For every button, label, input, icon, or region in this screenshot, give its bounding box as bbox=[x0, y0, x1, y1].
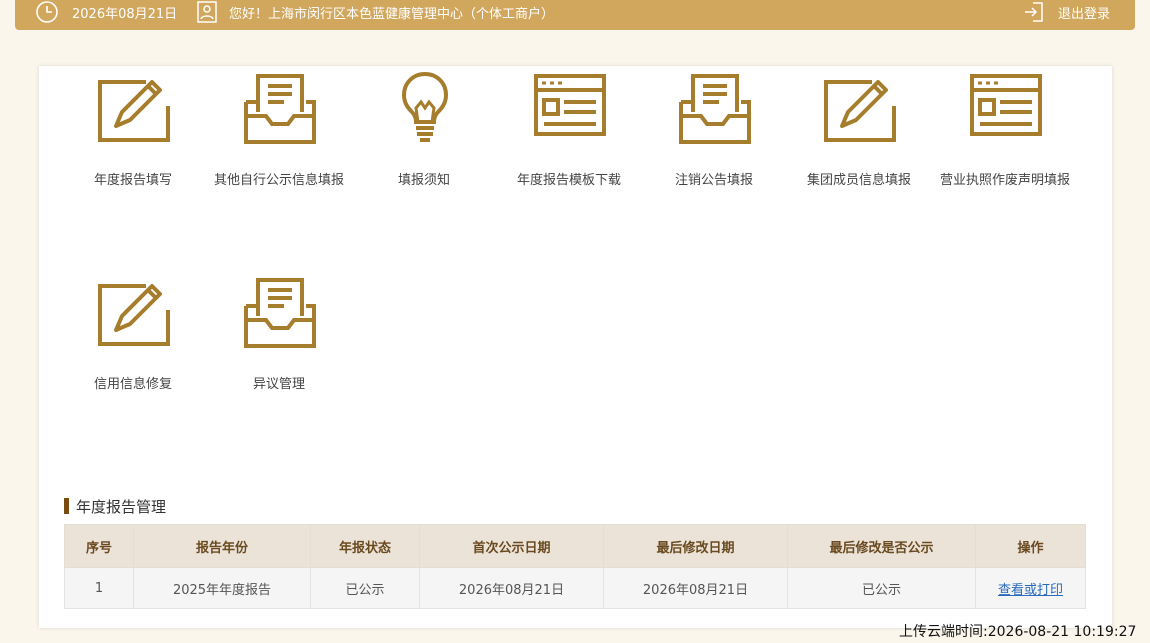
edit-pencil-icon bbox=[98, 72, 170, 144]
cell-action: 查看或打印 bbox=[975, 567, 1086, 609]
top-bar: 2026年08月21日 您好！上海市闵行区本色蓝健康管理中心（个体工商户） 退出… bbox=[15, 0, 1135, 30]
cell-first-date: 2026年08月21日 bbox=[419, 567, 604, 609]
edit-pencil-icon bbox=[824, 72, 896, 144]
cell-status: 已公示 bbox=[310, 567, 420, 609]
template-window-icon bbox=[534, 72, 606, 144]
section-title-text: 年度报告管理 bbox=[76, 497, 167, 516]
menu-tile-label: 注销公告填报 bbox=[674, 173, 753, 188]
inbox-document-icon bbox=[244, 72, 316, 144]
header-date: 2026年08月21日 bbox=[72, 6, 178, 22]
upload-time-stamp: 上传云端时间:2026-08-21 10:19:27 bbox=[899, 624, 1137, 640]
template-window-icon bbox=[970, 72, 1042, 144]
menu-tile-label: 营业执照作废声明填报 bbox=[939, 173, 1070, 188]
logout-button[interactable]: 退出登录 bbox=[1058, 0, 1110, 24]
menu-tile-label: 其他自行公示信息填报 bbox=[213, 173, 344, 188]
main-panel: 年度报告填写 其他自行公示信息填报 填报须知 年度报告模板下载 注销公告填报 集团成员信息… bbox=[39, 66, 1112, 628]
section-title: 年度报告管理 bbox=[64, 497, 167, 516]
menu-tile-6[interactable]: 集团成员信息填报 bbox=[785, 72, 933, 202]
menu-tile-9[interactable]: 异议管理 bbox=[205, 276, 353, 406]
menu-tile-2[interactable]: 其他自行公示信息填报 bbox=[205, 72, 353, 202]
cell-modified-public: 已公示 bbox=[787, 567, 976, 609]
annual-report-table: 序号 报告年份 年报状态 首次公示日期 最后修改日期 最后修改是否公示 操作 1… bbox=[64, 524, 1086, 609]
menu-tile-label: 年度报告模板下载 bbox=[516, 173, 621, 188]
menu-tile-label: 信用信息修复 bbox=[93, 377, 172, 392]
col-header-modified-public: 最后修改是否公示 bbox=[787, 524, 976, 568]
menu-tile-1[interactable]: 年度报告填写 bbox=[59, 72, 207, 202]
logout-icon[interactable] bbox=[1023, 0, 1045, 24]
col-header-action: 操作 bbox=[975, 524, 1086, 568]
lightbulb-icon bbox=[389, 71, 461, 144]
menu-tile-label: 异议管理 bbox=[252, 377, 305, 392]
cell-year: 2025年年度报告 bbox=[133, 567, 311, 609]
menu-tile-label: 填报须知 bbox=[397, 173, 450, 188]
inbox-document-icon bbox=[244, 276, 316, 348]
cell-modified-date: 2026年08月21日 bbox=[603, 567, 788, 609]
menu-tile-label: 年度报告填写 bbox=[93, 173, 172, 188]
menu-tile-label: 集团成员信息填报 bbox=[806, 173, 911, 188]
table-header-row: 序号 报告年份 年报状态 首次公示日期 最后修改日期 最后修改是否公示 操作 bbox=[64, 524, 1086, 568]
menu-tile-4[interactable]: 年度报告模板下载 bbox=[495, 72, 643, 202]
table-row: 1 2025年年度报告 已公示 2026年08月21日 2026年08月21日 … bbox=[64, 567, 1086, 609]
col-header-index: 序号 bbox=[64, 524, 134, 568]
cell-index: 1 bbox=[64, 567, 134, 609]
menu-tile-8[interactable]: 信用信息修复 bbox=[59, 276, 207, 406]
col-header-modified-date: 最后修改日期 bbox=[603, 524, 788, 568]
greeting-text: 您好！上海市闵行区本色蓝健康管理中心（个体工商户） bbox=[229, 6, 555, 22]
clock-icon bbox=[35, 0, 59, 24]
col-header-status: 年报状态 bbox=[310, 524, 420, 568]
menu-tile-3[interactable]: 填报须知 bbox=[350, 71, 498, 202]
menu-tile-5[interactable]: 注销公告填报 bbox=[640, 72, 788, 202]
user-icon bbox=[197, 0, 217, 24]
col-header-year: 报告年份 bbox=[133, 524, 311, 568]
view-print-link[interactable]: 查看或打印 bbox=[998, 583, 1063, 598]
col-header-first-date: 首次公示日期 bbox=[419, 524, 604, 568]
edit-pencil-icon bbox=[98, 276, 170, 348]
menu-tile-7[interactable]: 营业执照作废声明填报 bbox=[931, 72, 1079, 202]
section-title-bar bbox=[64, 498, 69, 514]
inbox-document-icon bbox=[679, 72, 751, 144]
